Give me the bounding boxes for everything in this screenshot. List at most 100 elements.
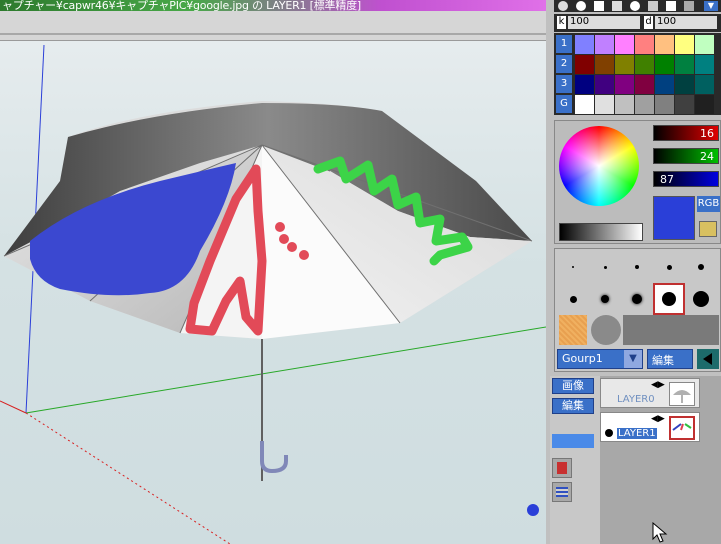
visibility-arrows-icon[interactable]: ◀▶ — [651, 380, 665, 390]
blur-tool-icon[interactable] — [630, 1, 640, 11]
canvas-scene — [0, 44, 546, 544]
layer-row-1-active[interactable]: ◀▶ LAYER1 — [600, 412, 700, 442]
color-wheel-overlay — [559, 126, 639, 206]
palette-row-label[interactable]: G — [556, 95, 572, 113]
texture-brush[interactable] — [559, 315, 587, 345]
palette-swatch[interactable] — [655, 95, 674, 114]
brush-size-10[interactable] — [685, 283, 717, 315]
palette-swatch[interactable] — [575, 95, 594, 114]
palette-swatch[interactable] — [575, 55, 594, 74]
folder-icon[interactable] — [699, 221, 717, 237]
opacity-density-bar: k 100 d 100 — [554, 14, 721, 32]
palette-swatch[interactable] — [635, 35, 654, 54]
palette-row-label[interactable]: 2 — [556, 55, 572, 73]
palette-swatch[interactable] — [655, 75, 674, 94]
brush-group-select[interactable]: Gourp1 ▼ — [557, 349, 643, 369]
palette-swatch[interactable] — [655, 35, 674, 54]
brush-size-5[interactable] — [685, 251, 717, 283]
brush-size-8[interactable] — [621, 283, 653, 315]
paint-thumbnail-icon — [672, 423, 692, 431]
palette-row-label[interactable]: 1 — [556, 35, 572, 53]
red-slider[interactable]: 16 — [653, 125, 719, 141]
current-color-swatch[interactable] — [653, 196, 695, 240]
brightness-slider[interactable] — [559, 223, 643, 241]
fill-tool-icon[interactable] — [612, 1, 622, 11]
layer-row-0[interactable]: ◀▶ LAYER0 — [600, 378, 700, 408]
toolbar-divider — [0, 33, 546, 35]
rgb-mode-button[interactable]: RGB — [697, 196, 720, 212]
chevron-down-icon[interactable]: ▼ — [624, 350, 642, 368]
blue-slider[interactable]: 87 — [653, 171, 719, 187]
palette-swatch[interactable] — [635, 75, 654, 94]
palette-swatch[interactable] — [675, 55, 694, 74]
palette-swatch[interactable] — [615, 95, 634, 114]
round-brush[interactable] — [591, 315, 621, 345]
eraser-tool-icon[interactable] — [648, 1, 658, 11]
red-axis-line — [0, 400, 27, 414]
palette-swatch[interactable] — [595, 95, 614, 114]
layer-opacity-bar[interactable] — [552, 434, 594, 448]
palette-swatch[interactable] — [695, 55, 714, 74]
palette-swatch[interactable] — [695, 75, 714, 94]
palette-swatch[interactable] — [655, 55, 674, 74]
palette-row-label[interactable]: 3 — [556, 75, 572, 93]
opacity-field[interactable]: 100 — [568, 16, 640, 29]
palette-swatch[interactable] — [635, 95, 654, 114]
speaker-icon[interactable] — [697, 349, 719, 369]
drawing-canvas[interactable] — [0, 41, 546, 544]
palette-swatch[interactable] — [615, 55, 634, 74]
brush-size-1[interactable] — [557, 251, 589, 283]
color-wheel[interactable] — [559, 126, 639, 206]
layer-list-icon[interactable] — [552, 482, 572, 502]
palette-swatch[interactable] — [615, 35, 634, 54]
palette-swatch[interactable] — [635, 55, 654, 74]
palette-swatch[interactable] — [695, 95, 714, 114]
palette-swatch[interactable] — [695, 35, 714, 54]
red-dot — [287, 242, 297, 252]
palette-swatch[interactable] — [595, 55, 614, 74]
visibility-arrows-icon[interactable]: ◀▶ — [651, 414, 665, 424]
brush-size-9-selected[interactable] — [653, 283, 685, 315]
tool-icons-row: ▼ — [554, 0, 721, 12]
airbrush-tool-icon[interactable] — [576, 1, 586, 11]
palette-swatch[interactable] — [675, 75, 694, 94]
tool-panel: ▼ k 100 d 100 1 2 3 G 16 24 87 RGB Gourp1 ▼… — [546, 0, 721, 544]
opacity-label: k — [557, 16, 566, 29]
umbrella-handle — [260, 441, 288, 474]
layer-list-icon-glyph — [556, 487, 568, 497]
green-slider[interactable]: 24 — [653, 148, 719, 164]
select-tool-icon[interactable] — [666, 1, 676, 11]
brush-size-2[interactable] — [589, 251, 621, 283]
pen-tool-icon[interactable] — [594, 1, 604, 11]
red-dot — [279, 234, 289, 244]
brush-size-3[interactable] — [621, 251, 653, 283]
pin-icon[interactable] — [552, 458, 572, 478]
layer-name: LAYER1 — [617, 428, 657, 439]
image-button[interactable]: 画像 — [552, 378, 594, 394]
palette-swatch[interactable] — [675, 35, 694, 54]
brush-edit-button[interactable]: 編集 — [647, 349, 693, 369]
brush-size-6[interactable] — [557, 283, 589, 315]
palette-swatch[interactable] — [615, 75, 634, 94]
palette-swatch[interactable] — [595, 75, 614, 94]
density-field[interactable]: 100 — [655, 16, 717, 29]
blue-value: 87 — [660, 173, 674, 186]
brush-size-7[interactable] — [589, 283, 621, 315]
layer-list: ◀▶ LAYER0 ◀▶ LAYER1 — [600, 376, 721, 544]
layer-edit-button[interactable]: 編集 — [552, 398, 594, 414]
brush-size-4[interactable] — [653, 251, 685, 283]
brush-panel: Gourp1 ▼ 編集 — [554, 248, 721, 372]
tool-menu-chevron-icon[interactable]: ▼ — [704, 1, 718, 11]
palette-swatch[interactable] — [575, 75, 594, 94]
speaker-icon-glyph — [703, 353, 712, 365]
color-palette: 1 2 3 G — [554, 33, 721, 115]
blue-point-marker — [527, 504, 539, 516]
palette-swatch[interactable] — [575, 35, 594, 54]
color-picker-area: 16 24 87 RGB — [554, 120, 721, 244]
brush-tool-icon[interactable] — [558, 1, 568, 11]
layer-tools-strip: 画像 編集 — [550, 376, 600, 544]
palette-swatch[interactable] — [595, 35, 614, 54]
hand-tool-icon[interactable] — [684, 1, 694, 11]
layer-thumbnail — [669, 382, 695, 406]
palette-swatch[interactable] — [675, 95, 694, 114]
